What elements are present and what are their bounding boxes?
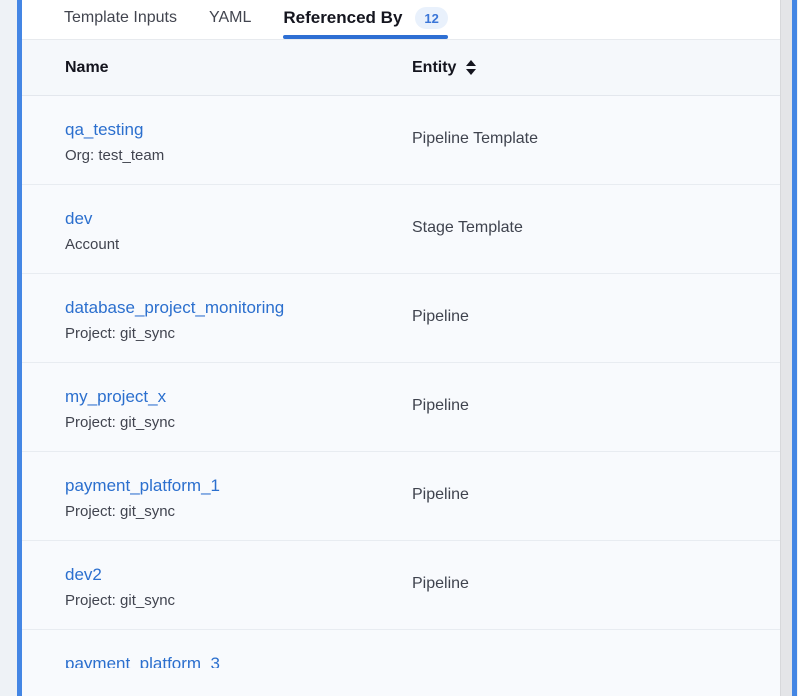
entity-cell: Pipeline (412, 274, 469, 362)
name-cell: payment_platform_1 Project: git_sync (22, 452, 412, 540)
table-footer-spacer (22, 668, 780, 696)
table-row: payment_platform_3 (22, 630, 780, 668)
scope-label: Account (65, 233, 412, 257)
tabs-bar: Template Inputs YAML Referenced By 12 (22, 0, 780, 40)
sort-desc-icon (466, 69, 476, 75)
scrollbar-track[interactable] (780, 0, 792, 696)
table-row: payment_platform_1 Project: git_sync Pip… (22, 452, 780, 541)
drawer-content: Template Inputs YAML Referenced By 12 Na… (22, 0, 780, 696)
template-name-link[interactable]: database_project_monitoring (65, 295, 284, 321)
template-name-link[interactable]: payment_platform_1 (65, 473, 220, 499)
tab-label: YAML (209, 9, 251, 27)
template-details-drawer: Template Inputs YAML Referenced By 12 Na… (17, 0, 797, 696)
scope-label: Project: git_sync (65, 322, 412, 346)
scope-label: Org: test_team (65, 144, 412, 168)
template-name-link[interactable]: qa_testing (65, 117, 143, 143)
entity-cell: Stage Template (412, 185, 523, 273)
column-header-entity[interactable]: Entity (412, 59, 476, 77)
template-name-link[interactable]: payment_platform_3 (65, 651, 220, 668)
entity-cell: Pipeline Template (412, 96, 538, 184)
name-cell: qa_testing Org: test_team (22, 96, 412, 184)
template-name-link[interactable]: dev (65, 206, 92, 232)
referenced-by-count-badge: 12 (415, 7, 447, 29)
column-header-name: Name (22, 59, 412, 77)
template-name-link[interactable]: my_project_x (65, 384, 166, 410)
table-row: dev Account Stage Template (22, 185, 780, 274)
tab-label: Template Inputs (64, 9, 177, 27)
entity-cell: Pipeline (412, 363, 469, 451)
table-row: qa_testing Org: test_team Pipeline Templ… (22, 96, 780, 185)
table-body: qa_testing Org: test_team Pipeline Templ… (22, 96, 780, 668)
tab-referenced-by[interactable]: Referenced By 12 (283, 0, 448, 39)
entity-cell: Pipeline (412, 541, 469, 629)
sort-asc-icon (466, 60, 476, 66)
scope-label: Project: git_sync (65, 411, 412, 435)
template-name-link[interactable]: dev2 (65, 562, 102, 588)
table-row: dev2 Project: git_sync Pipeline (22, 541, 780, 630)
table-row: my_project_x Project: git_sync Pipeline (22, 363, 780, 452)
name-cell: payment_platform_3 (22, 630, 412, 668)
name-cell: database_project_monitoring Project: git… (22, 274, 412, 362)
name-cell: my_project_x Project: git_sync (22, 363, 412, 451)
scope-label: Project: git_sync (65, 500, 412, 524)
scope-label: Project: git_sync (65, 589, 412, 613)
column-header-entity-label: Entity (412, 59, 456, 77)
entity-cell: Pipeline (412, 452, 469, 540)
table-header-row: Name Entity (22, 40, 780, 96)
tab-template-inputs[interactable]: Template Inputs (64, 0, 177, 39)
tab-yaml[interactable]: YAML (209, 0, 251, 39)
tab-label: Referenced By (283, 8, 402, 28)
name-cell: dev2 Project: git_sync (22, 541, 412, 629)
active-tab-indicator (283, 35, 448, 39)
sort-arrows-icon[interactable] (466, 60, 476, 75)
name-cell: dev Account (22, 185, 412, 273)
table-row: database_project_monitoring Project: git… (22, 274, 780, 363)
